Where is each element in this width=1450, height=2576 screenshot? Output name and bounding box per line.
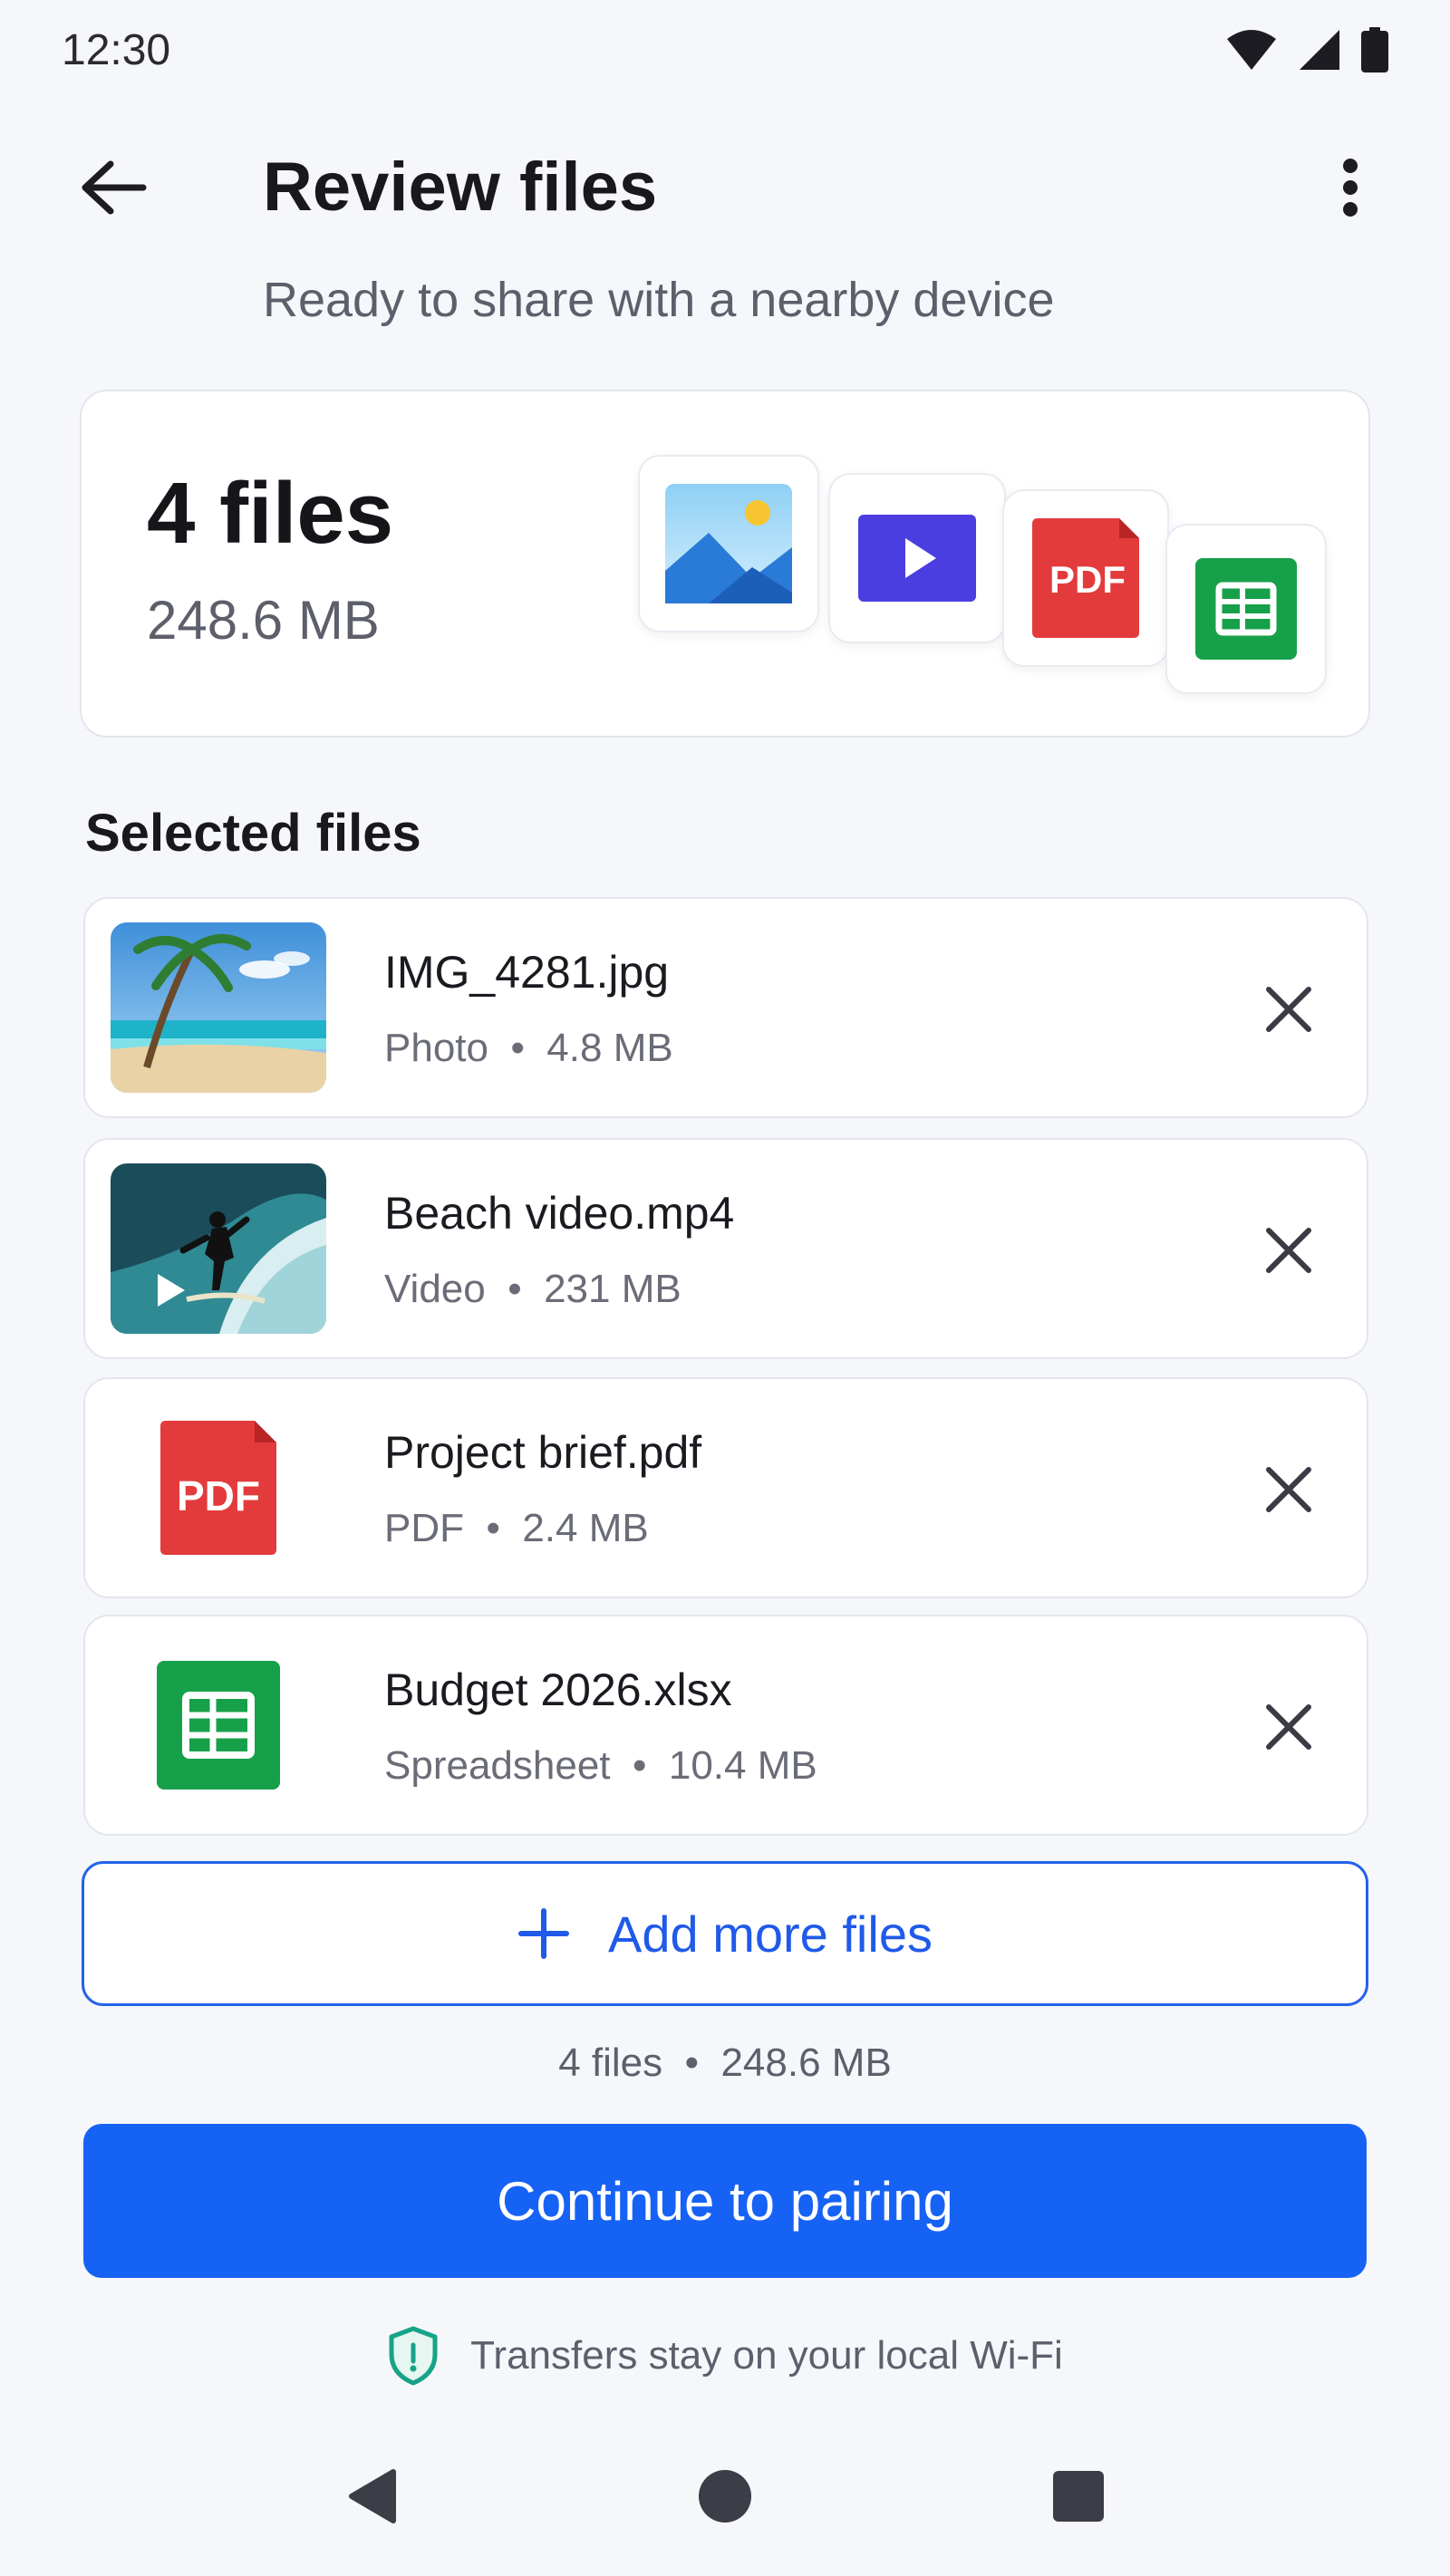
remove-file-button[interactable] <box>1245 1207 1332 1294</box>
file-size: 4.8 MB <box>546 1026 673 1070</box>
file-row[interactable]: Beach video.mp4 Video • 231 MB <box>83 1138 1368 1359</box>
add-more-files-label: Add more files <box>608 1905 933 1963</box>
continue-label: Continue to pairing <box>497 2170 953 2232</box>
file-thumbnail-photo <box>111 922 326 1093</box>
file-name: Project brief.pdf <box>384 1427 702 1478</box>
shield-icon <box>389 2326 438 2386</box>
status-time: 12:30 <box>62 25 171 74</box>
close-icon <box>1266 1228 1311 1273</box>
file-name: IMG_4281.jpg <box>384 947 670 998</box>
file-meta: Photo • 4.8 MB <box>384 1026 673 1071</box>
square-recents-icon <box>1053 2471 1104 2522</box>
file-row[interactable]: IMG_4281.jpg Photo • 4.8 MB <box>83 897 1368 1118</box>
section-title: Selected files <box>85 804 421 863</box>
plus-icon <box>518 1908 570 1959</box>
subtitle: Ready to share with a nearby device <box>263 273 1055 327</box>
spreadsheet-icon <box>1195 558 1297 660</box>
remove-file-button[interactable] <box>1245 966 1332 1053</box>
system-navigation-bar <box>0 2437 1450 2555</box>
remove-file-button[interactable] <box>1245 1684 1332 1770</box>
totals-size: 248.6 MB <box>720 2041 892 2085</box>
file-type: Video <box>384 1267 486 1311</box>
app-bar: Review files <box>0 127 1450 245</box>
totals-count: 4 files <box>558 2041 663 2085</box>
file-type: Photo <box>384 1026 488 1070</box>
selection-totals: 4 files • 248.6 MB <box>0 2041 1450 2086</box>
page-title: Review files <box>263 149 658 226</box>
continue-to-pairing-button[interactable]: Continue to pairing <box>83 2124 1367 2278</box>
circle-home-icon <box>699 2470 751 2523</box>
summary-total-size: 248.6 MB <box>147 590 380 651</box>
file-type-tile-spreadsheet <box>1165 524 1327 694</box>
file-meta: Video • 231 MB <box>384 1267 682 1312</box>
summary-card: 4 files 248.6 MB PDF <box>80 390 1370 738</box>
file-type-tile-pdf: PDF <box>1002 489 1169 667</box>
more-vertical-icon <box>1343 159 1358 217</box>
status-icons <box>1225 27 1388 72</box>
meta-separator: • <box>632 1743 647 1788</box>
add-more-files-button[interactable]: Add more files <box>82 1861 1368 2006</box>
remove-file-button[interactable] <box>1245 1446 1332 1533</box>
meta-separator: • <box>684 2041 699 2085</box>
nav-recents-button[interactable] <box>1038 2455 1119 2537</box>
file-type: Spreadsheet <box>384 1743 611 1788</box>
meta-separator: • <box>486 1506 500 1550</box>
file-row[interactable]: Budget 2026.xlsx Spreadsheet • 10.4 MB <box>83 1615 1368 1836</box>
file-row[interactable]: PDF Project brief.pdf PDF • 2.4 MB <box>83 1377 1368 1598</box>
file-size: 231 MB <box>544 1267 682 1311</box>
nav-home-button[interactable] <box>684 2455 766 2537</box>
file-type: PDF <box>384 1506 464 1550</box>
triangle-back-icon <box>349 2469 396 2523</box>
file-name: Beach video.mp4 <box>384 1188 735 1239</box>
security-note: Transfers stay on your local Wi-Fi <box>0 2320 1450 2392</box>
file-thumbnail-video <box>111 1163 326 1334</box>
spreadsheet-icon <box>157 1661 280 1790</box>
file-name: Budget 2026.xlsx <box>384 1664 732 1715</box>
image-icon <box>665 484 792 603</box>
arrow-back-icon <box>82 160 147 215</box>
close-icon <box>1266 987 1311 1032</box>
file-size: 10.4 MB <box>668 1743 817 1788</box>
file-type-tile-image <box>638 455 819 632</box>
file-thumbnail-spreadsheet <box>111 1640 326 1810</box>
battery-icon <box>1361 27 1388 72</box>
pdf-badge-label: PDF <box>177 1472 260 1520</box>
close-icon <box>1266 1467 1311 1512</box>
file-type-tile-video <box>828 473 1006 643</box>
meta-separator: • <box>510 1026 525 1070</box>
summary-file-count: 4 files <box>147 465 394 562</box>
meta-separator: • <box>508 1267 522 1311</box>
beach-photo-thumbnail <box>111 922 326 1093</box>
close-icon <box>1266 1704 1311 1750</box>
status-bar: 12:30 <box>0 0 1450 100</box>
video-icon <box>858 515 976 602</box>
file-meta: PDF • 2.4 MB <box>384 1506 649 1551</box>
pdf-badge-label: PDF <box>1049 558 1126 601</box>
back-button[interactable] <box>72 147 154 228</box>
more-options-button[interactable] <box>1314 147 1387 228</box>
cellular-signal-icon <box>1300 30 1339 70</box>
file-size: 2.4 MB <box>522 1506 649 1550</box>
file-thumbnail-pdf: PDF <box>111 1403 326 1573</box>
surfer-video-thumbnail <box>111 1163 326 1334</box>
security-note-text: Transfers stay on your local Wi-Fi <box>470 2333 1063 2378</box>
nav-back-button[interactable] <box>331 2455 412 2537</box>
file-meta: Spreadsheet • 10.4 MB <box>384 1743 817 1789</box>
wifi-icon <box>1227 30 1276 70</box>
